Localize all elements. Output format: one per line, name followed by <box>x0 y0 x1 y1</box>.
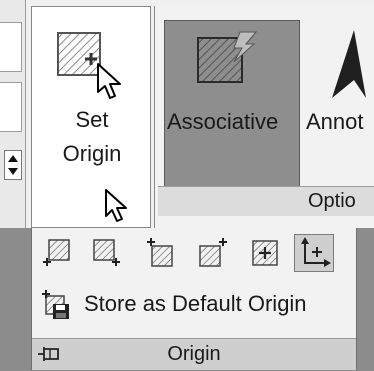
mouse-cursor-icon <box>104 188 130 224</box>
annotative-label[interactable]: Annot <box>306 105 364 139</box>
origin-tool-1-icon <box>43 239 70 266</box>
associative-label: Associative <box>167 109 279 134</box>
origin-tool-3-icon <box>147 238 173 267</box>
origin-tool-2-button[interactable] <box>90 236 124 270</box>
origin-tool-1-button[interactable] <box>40 236 74 270</box>
origin-tool-5-icon <box>252 240 278 266</box>
origin-panel-title: Origin <box>167 343 221 365</box>
origin-axes-button[interactable] <box>294 234 334 272</box>
store-default-origin-icon <box>40 290 70 320</box>
spinner-icon[interactable] <box>4 150 22 180</box>
origin-tool-5-button[interactable] <box>248 236 282 270</box>
origin-tool-3-button[interactable] <box>144 236 178 270</box>
origin-tool-4-icon <box>199 238 227 267</box>
associative-icon <box>194 30 258 90</box>
set-origin-label: Set Origin <box>62 107 122 166</box>
origin-axes-icon <box>301 237 331 267</box>
origin-tool-4-button[interactable] <box>196 236 230 270</box>
origin-tool-2-icon <box>93 239 120 266</box>
left-field-1[interactable] <box>0 22 22 72</box>
store-default-origin-label: Store as Default Origin <box>84 291 307 316</box>
annotative-icon[interactable] <box>332 30 374 100</box>
left-field-2[interactable] <box>0 82 22 132</box>
mouse-cursor-icon <box>96 62 124 102</box>
options-group-title: Optio <box>308 190 356 212</box>
